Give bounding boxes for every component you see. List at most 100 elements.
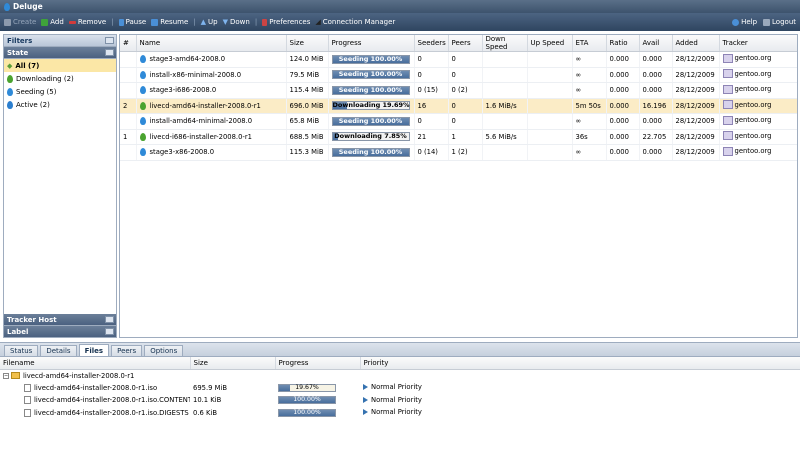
expand-label-button[interactable] [105, 328, 114, 335]
column-header[interactable]: Added [672, 35, 720, 52]
downloading-icon [7, 74, 13, 83]
torrent-name: stage3-amd64-2008.0 [149, 55, 226, 64]
expand-tracker-host-button[interactable] [105, 316, 114, 323]
file-row[interactable]: livecd-amd64-installer-2008.0-r1.iso 695.… [0, 382, 800, 395]
torrent-row[interactable]: stage3-i686-2008.0 115.4 MiB Seeding 100.0… [120, 82, 797, 99]
column-header[interactable]: Filename [0, 357, 191, 370]
priority[interactable]: Normal Priority [363, 383, 422, 391]
column-header[interactable]: ETA [572, 35, 607, 52]
seeders-cell: 0 [414, 113, 449, 130]
state-filter-downloading[interactable]: Downloading (2) [4, 72, 116, 85]
collapse-filters-button[interactable] [105, 37, 114, 44]
progress-text: Seeding 100.00% [338, 70, 403, 79]
added-cell: 28/12/2009 [672, 67, 720, 83]
seeders-cell: 16 [414, 98, 449, 114]
active-icon [7, 100, 13, 109]
folder-row[interactable]: − livecd-amd64-installer-2008.0-r1 [0, 369, 800, 382]
up-arrow-icon: ▲ [200, 18, 207, 26]
ratio-cell: 0.000 [606, 113, 640, 130]
column-header[interactable]: Tracker [719, 35, 797, 52]
tab-peers[interactable]: Peers [111, 345, 143, 356]
name-cell: stage3-i686-2008.0 [136, 82, 287, 99]
sidebar-footer: Tracker Host Label [4, 314, 116, 338]
tab-status[interactable]: Status [4, 345, 39, 356]
folder-name: livecd-amd64-installer-2008.0-r1 [23, 371, 135, 380]
seeding-icon [139, 148, 146, 157]
priority[interactable]: Normal Priority [363, 408, 422, 416]
state-header[interactable]: State [4, 47, 116, 59]
details-tabs: Status Details Files Peers Options [0, 343, 800, 357]
seeding-icon [139, 55, 146, 64]
down-button[interactable]: ▼ Down [223, 18, 250, 26]
avail-cell: 22.705 [639, 129, 673, 145]
torrent-row[interactable]: stage3-amd64-2008.0 124.0 MiB Seeding 100.… [120, 51, 797, 68]
tracker-name: gentoo.org [734, 54, 772, 63]
logout-button[interactable]: Logout [763, 18, 796, 26]
collapse-tree-icon[interactable]: − [3, 372, 9, 379]
torrent-row[interactable]: install-amd64-minimal-2008.0 65.8 MiB Seed… [120, 113, 797, 130]
column-header[interactable]: Avail [639, 35, 673, 52]
state-filter-active[interactable]: Active (2) [4, 98, 116, 111]
avail-cell: 16.196 [639, 98, 673, 114]
column-header[interactable]: Size [286, 35, 329, 52]
create-button[interactable]: Create [4, 18, 36, 26]
filename-cell: livecd-amd64-installer-2008.0-r1.iso.DIG… [0, 407, 190, 420]
tracker-cell: gentoo.org [719, 113, 797, 130]
gentoo-icon [722, 100, 733, 110]
tab-details[interactable]: Details [40, 345, 77, 356]
column-header[interactable]: Ratio [606, 35, 640, 52]
tracker-name: gentoo.org [734, 69, 772, 78]
column-header[interactable]: Peers [448, 35, 483, 52]
queue-cell [120, 51, 137, 68]
column-header[interactable]: Name [136, 35, 287, 52]
state-filter-seeding[interactable]: Seeding (5) [4, 85, 116, 98]
add-button[interactable]: Add [41, 18, 64, 26]
file-row[interactable]: livecd-amd64-installer-2008.0-r1.iso.DIG… [0, 407, 800, 420]
file-progress-bar: 100.00% [278, 396, 336, 405]
resume-icon [151, 18, 159, 26]
tracker-host-header[interactable]: Tracker Host [4, 314, 116, 326]
up-speed-cell [527, 98, 573, 114]
column-header[interactable]: Priority [360, 357, 800, 370]
priority-arrow-icon [363, 396, 368, 403]
torrent-row[interactable]: 1 livecd-i686-installer-2008.0-r1 688.5 Mi… [120, 129, 797, 145]
up-button[interactable]: ▲ Up [201, 18, 218, 26]
tracker-cell: gentoo.org [719, 82, 797, 99]
priority[interactable]: Normal Priority [363, 396, 422, 404]
column-header[interactable]: Seeders [414, 35, 449, 52]
name-cell: install-amd64-minimal-2008.0 [136, 113, 287, 130]
label-header[interactable]: Label [4, 326, 116, 338]
all-icon: ◆ [7, 61, 13, 70]
column-header[interactable]: Down Speed [482, 35, 528, 52]
column-header[interactable]: Progress [275, 357, 361, 370]
added-cell: 28/12/2009 [672, 98, 720, 114]
connection-manager-button[interactable]: ◢ Connection Manager [315, 18, 395, 26]
peers-cell: 1 [448, 129, 483, 145]
collapse-state-button[interactable] [105, 49, 114, 56]
filters-sidebar: Filters State ◆ All (7) Downloading (2) … [3, 34, 117, 338]
preferences-button[interactable]: Preferences [262, 18, 310, 26]
tab-files[interactable]: Files [78, 344, 110, 356]
resume-button[interactable]: Resume [151, 18, 188, 26]
column-header[interactable]: # [120, 35, 137, 52]
queue-cell [120, 144, 137, 161]
queue-cell [120, 82, 137, 99]
gentoo-icon [722, 69, 733, 79]
column-header[interactable]: Progress [328, 35, 415, 52]
pause-button[interactable]: Pause [118, 18, 146, 26]
torrent-row[interactable]: 2 livecd-amd64-installer-2008.0-r1 696.0 M… [120, 98, 797, 114]
tab-options[interactable]: Options [144, 345, 184, 356]
column-header[interactable]: Size [190, 357, 276, 370]
gentoo-icon [722, 115, 733, 125]
tracker-name: gentoo.org [734, 116, 772, 125]
column-header[interactable]: Up Speed [527, 35, 573, 52]
tracker-cell: gentoo.org [719, 144, 797, 161]
file-row[interactable]: livecd-amd64-installer-2008.0-r1.iso.CON… [0, 394, 800, 407]
state-filter-all[interactable]: ◆ All (7) [4, 59, 116, 72]
torrent-row[interactable]: install-x86-minimal-2008.0 79.5 MiB Seedin… [120, 67, 797, 83]
torrent-row[interactable]: stage3-x86-2008.0 115.3 MiB Seeding 100.00… [120, 144, 797, 161]
remove-button[interactable]: Remove [68, 18, 106, 26]
torrent-name: stage3-i686-2008.0 [149, 86, 217, 95]
help-button[interactable]: Help [732, 18, 757, 26]
down-speed-cell: 5.6 MiB/s [482, 129, 528, 145]
